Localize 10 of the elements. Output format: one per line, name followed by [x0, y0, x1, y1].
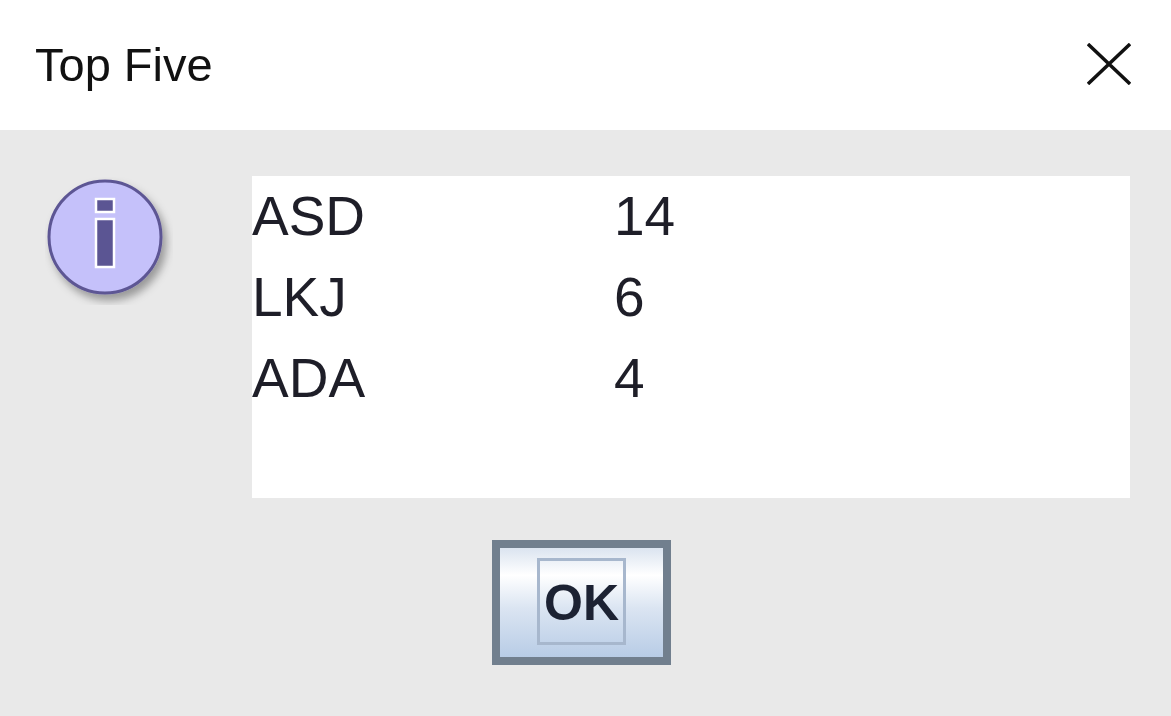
name-text: LKJ: [252, 265, 348, 330]
score-text: 4: [614, 346, 646, 411]
close-button[interactable]: [1087, 43, 1131, 85]
name-text: ADA: [252, 346, 367, 411]
window-title: Top Five: [35, 36, 213, 92]
score-text: 6: [614, 265, 646, 330]
score-text: 14: [614, 184, 676, 249]
close-icon: [1087, 43, 1131, 85]
name-text: ASD: [252, 184, 367, 249]
ok-button[interactable]: OK: [492, 540, 671, 665]
